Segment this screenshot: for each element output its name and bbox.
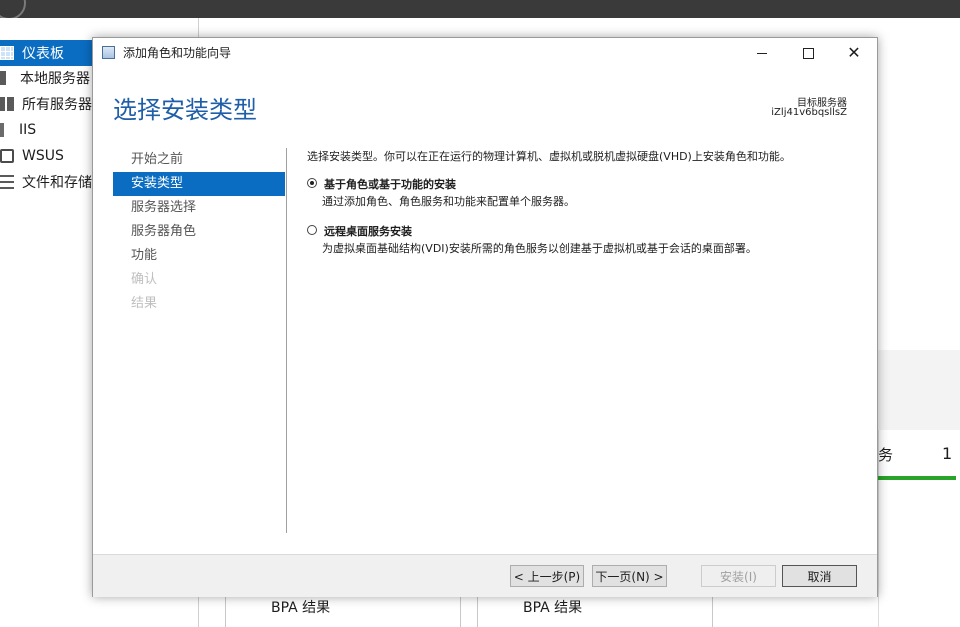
- iis-icon: [0, 123, 4, 137]
- step-features[interactable]: 功能: [113, 244, 285, 268]
- bpa-results-link[interactable]: BPA 结果: [225, 594, 461, 627]
- dialog-titlebar[interactable]: 添加角色和功能向导 ✕: [93, 38, 877, 68]
- minimize-button[interactable]: [739, 38, 785, 68]
- maximize-button[interactable]: [785, 38, 831, 68]
- sidebar-item-label: 本地服务器: [20, 71, 90, 87]
- step-results: 结果: [131, 296, 158, 311]
- cancel-button[interactable]: 取消: [782, 565, 857, 587]
- add-roles-wizard-dialog: 添加角色和功能向导 ✕ 选择安装类型 目标服务器 iZlj41v6bqsllsZ…: [92, 37, 878, 597]
- back-icon[interactable]: [0, 0, 26, 20]
- option-title[interactable]: 远程桌面服务安装: [324, 223, 412, 239]
- option-description: 为虚拟桌面基础结构(VDI)安装所需的角色服务以创建基于虚拟机或基于会话的桌面部…: [322, 242, 757, 255]
- server-manager-titlebar: [0, 0, 960, 20]
- wizard-steps-nav: 开始之前 安装类型 服务器选择 服务器角色 功能 确认 结果: [113, 148, 285, 316]
- steps-divider: [286, 148, 287, 533]
- tile-count: 1: [942, 444, 953, 463]
- wsus-icon: [0, 149, 14, 163]
- install-button: 安装(I): [701, 565, 776, 587]
- dialog-title: 添加角色和功能向导: [123, 46, 232, 60]
- radio-role-based[interactable]: [307, 178, 317, 188]
- close-button[interactable]: ✕: [831, 38, 877, 68]
- tile-title: 务: [878, 446, 894, 464]
- step-server-roles[interactable]: 服务器角色: [113, 220, 285, 244]
- step-installation-type[interactable]: 安装类型: [113, 172, 285, 196]
- bpa-label: BPA 结果: [523, 600, 583, 616]
- previous-button[interactable]: < 上一步(P): [510, 565, 584, 587]
- radio-remote-desktop[interactable]: [307, 225, 317, 235]
- bpa-label: BPA 结果: [271, 600, 331, 616]
- sidebar-item-label: WSUS: [22, 148, 64, 164]
- sidebar-item-label: 所有服务器: [22, 97, 92, 113]
- option-title[interactable]: 基于角色或基于功能的安装: [324, 176, 456, 192]
- sidebar-item-label: 仪表板: [22, 46, 64, 62]
- file-storage-icon: [0, 175, 14, 189]
- server-icon: [0, 71, 6, 85]
- sidebar-item-label: IIS: [19, 122, 37, 138]
- tile-status-bar: [878, 476, 956, 480]
- dashboard-tile-header: [878, 350, 960, 430]
- bpa-results-link[interactable]: BPA 结果: [477, 594, 713, 627]
- next-button[interactable]: 下一页(N) >: [592, 565, 667, 587]
- step-confirmation: 确认: [131, 272, 158, 287]
- servers-icon: [0, 97, 14, 111]
- minimize-icon: [757, 52, 767, 54]
- dialog-footer: < 上一步(P) 下一页(N) > 安装(I) 取消: [93, 554, 877, 597]
- dashboard-icon: [0, 46, 14, 60]
- maximize-icon: [802, 47, 814, 59]
- option-description: 通过添加角色、角色服务和功能来配置单个服务器。: [322, 195, 575, 208]
- step-server-selection[interactable]: 服务器选择: [113, 196, 285, 220]
- target-server-name: iZlj41v6bqsllsZ: [771, 107, 847, 118]
- page-title: 选择安装类型: [113, 96, 257, 124]
- page-description: 选择安装类型。你可以在正在运行的物理计算机、虚拟机或脱机虚拟硬盘(VHD)上安装…: [307, 150, 791, 163]
- close-icon: ✕: [847, 43, 861, 62]
- wizard-app-icon: [102, 46, 115, 59]
- step-before-you-begin[interactable]: 开始之前: [113, 148, 285, 172]
